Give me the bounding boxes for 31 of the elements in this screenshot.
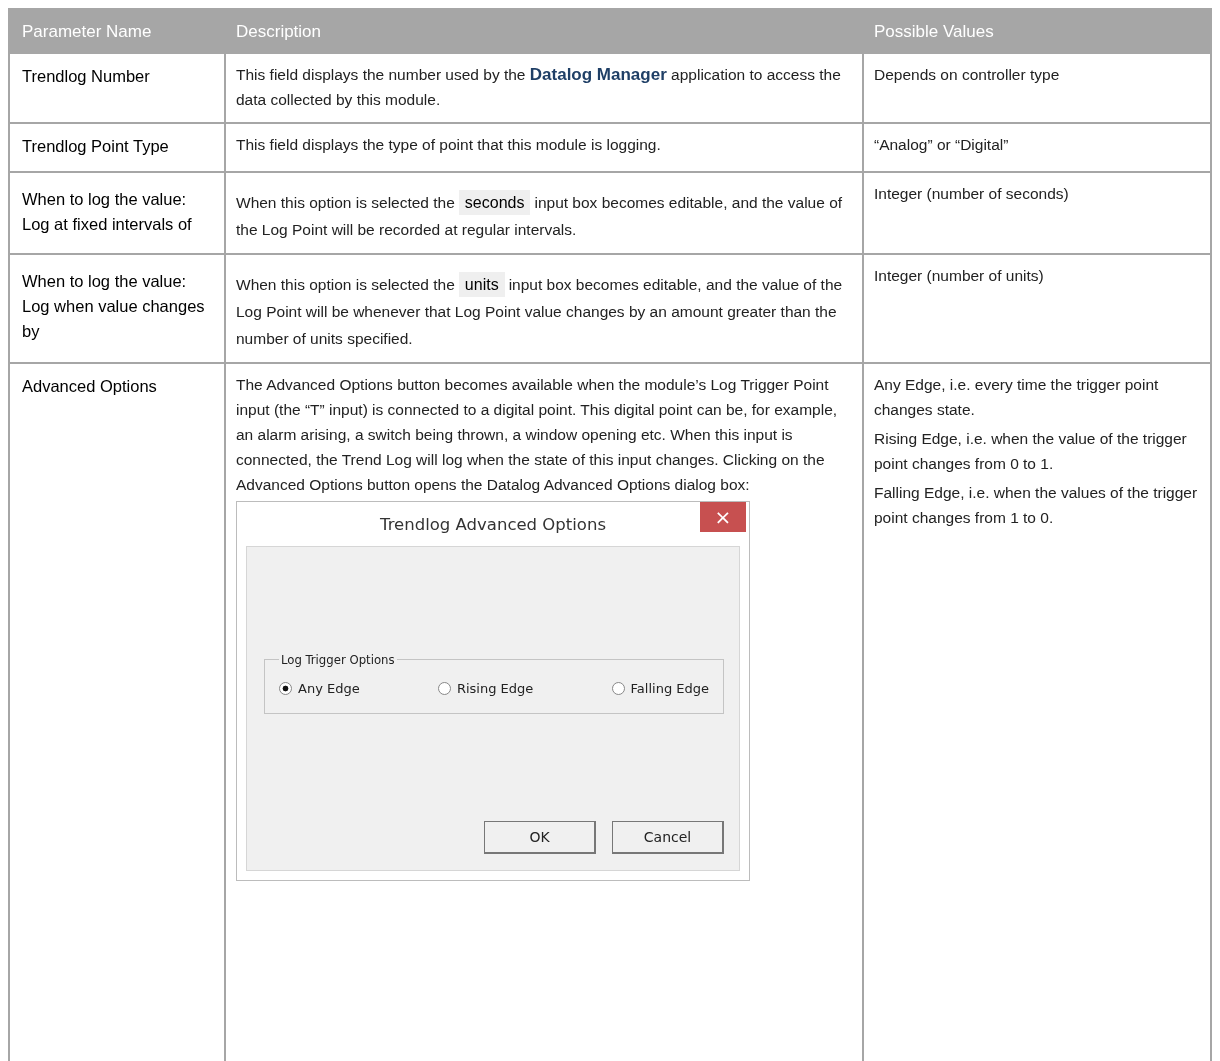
possible-value: Falling Edge, i.e. when the values of the trigger point changes from 1 to 0.: [874, 483, 1199, 528]
radio-option[interactable]: Any Edge: [279, 676, 360, 701]
possible-value: Rising Edge, i.e. when the value of the trigger point changes from 0 to 1.: [874, 429, 1188, 474]
column-header: Parameter Name: [10, 10, 224, 52]
radio-option[interactable]: Rising Edge: [437, 676, 534, 701]
radio-option[interactable]: Falling Edge: [611, 676, 709, 701]
radio-indicator-icon[interactable]: [437, 682, 451, 695]
possible-value: Depends on controller type: [874, 65, 1061, 85]
possible-value: “Analog” or “Digital”: [874, 135, 1010, 155]
possible-value: Integer (number of units): [874, 266, 1045, 286]
radio-indicator-icon[interactable]: [611, 682, 625, 695]
description-text: When this option is selected the seconds input box becomes editable, and the value of the Log Point will be recorded at regular intervals.: [236, 181, 852, 243]
description-text: The Advanced Options button becomes available when the module’s Log Trigger Point input (the “T” input) is connected to a digital point. This digital point can be, for example, an alarm arising, a switch being thrown, a window opening etc. When this input is connected, the Trend Log will log when the state of this input changes. Clicking on the Advanced Options button opens the Datalog Advanced Options dialog box:: [236, 375, 839, 495]
parameter-name: Trendlog Point Type: [22, 136, 170, 157]
dialog-button[interactable]: OK: [484, 821, 596, 854]
parameter-name: When to log the value: Log when value changes by: [22, 271, 206, 342]
column-header: Possible Values: [862, 10, 1210, 52]
radio-indicator-icon[interactable]: [279, 682, 292, 695]
group-label: Log Trigger Options: [280, 651, 396, 669]
dialog-button[interactable]: Cancel: [612, 821, 724, 854]
parameter-name: Trendlog Number: [22, 66, 151, 87]
close-button[interactable]: ×: [700, 502, 746, 532]
description-text: This field displays the type of point that this module is logging.: [236, 135, 662, 155]
parameter-name: Advanced Options: [22, 376, 158, 397]
possible-value: Any Edge, i.e. every time the trigger point changes state.: [874, 375, 1160, 420]
dialog-title: Trendlog Advanced Options: [380, 513, 606, 536]
parameter-name: When to log the value: Log at fixed intervals of: [22, 189, 193, 235]
description-text: When this option is selected the units input box becomes editable, and the value of the Log Point will be whenever that Log Point value changes by an amount greater than the number of units specified.: [236, 263, 852, 352]
column-header: Description: [224, 10, 862, 52]
description-text: This field displays the number used by the Datalog Manager application to access the data collected by this module.: [236, 64, 842, 110]
possible-value: Integer (number of seconds): [874, 184, 1070, 204]
